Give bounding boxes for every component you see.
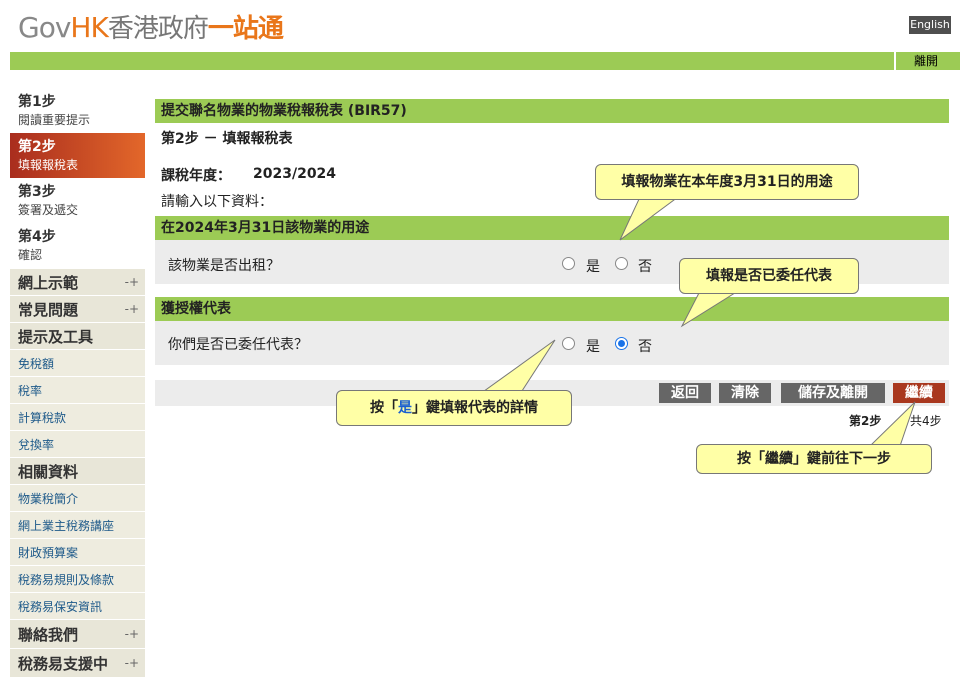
callout-yes-word: 是 [398,400,412,416]
assessment-year-value: 2023/2024 [253,166,337,182]
question-letting-label: 該物業是否出租？ [168,258,280,274]
sidebar-item-terms[interactable]: 稅務易規則及條款 [10,566,145,592]
callout-usage: 填報物業在本年度3月31日的用途 [595,164,859,200]
representative-no-label: 否 [638,339,652,355]
sidebar-item-faq[interactable]: 常見問題 -+ [10,296,145,322]
sidebar-heading-tips: 提示及工具 [10,323,145,349]
representative-yes-radio[interactable] [562,337,575,350]
sidebar-step-3: 第3步 簽署及遞交 [10,178,145,223]
sidebar-item-exchange-rates[interactable]: 兌換率 [10,431,145,457]
sidebar-item-tax-rates[interactable]: 稅率 [10,377,145,403]
letting-yes-label: 是 [586,259,600,275]
callout-yes-tail [478,339,556,395]
sidebar-heading-label: 提示及工具 [18,327,94,346]
letting-no-label: 否 [638,259,652,275]
sidebar-item-property-tax-intro[interactable]: 物業稅簡介 [10,485,145,511]
step-description: 簽署及遞交 [18,203,79,217]
callout-yes-suffix: 」鍵填報代表的詳情 [412,400,538,416]
logout-button[interactable]: 離開 [894,52,956,70]
expand-arrow-icon: -+ [124,302,139,316]
sidebar-item-contact[interactable]: 聯絡我們 -+ [10,620,145,648]
sidebar-heading-related: 相關資料 [10,458,145,484]
callout-yes-prefix: 按「 [370,400,398,416]
sidebar: 第1步 閱讀重要提示 第2步 填報報稅表 第3步 簽署及遞交 第4步 確認 網上… [10,88,145,677]
step-number: 第3步 [18,184,56,200]
step-description: 確認 [18,248,43,262]
sidebar-item-label: 常見問題 [18,300,79,319]
logo-hk-text: HK [70,11,108,44]
expand-arrow-icon: -+ [124,627,139,641]
sidebar-item-security[interactable]: 稅務易保安資訊 [10,593,145,619]
letting-yes-radio[interactable] [562,257,575,270]
back-button[interactable]: 返回 [659,383,711,403]
sidebar-item-support[interactable]: 稅務易支援中 -+ [10,649,145,677]
callout-usage-tail [619,196,680,241]
callout-continue-tail [868,401,916,447]
logo-zh-text: 香港政府 [107,14,209,44]
representative-yes-label: 是 [586,339,600,355]
sidebar-step-1: 第1步 閱讀重要提示 [10,88,145,133]
section-representative-title: 獲授權代表 [155,297,949,321]
expand-arrow-icon: -+ [124,275,139,289]
logo-gov-text: Gov [18,11,71,44]
sidebar-item-online-demo[interactable]: 網上示範 -+ [10,269,145,295]
callout-continue: 按「繼續」鍵前往下一步 [696,444,932,474]
english-language-button[interactable]: English [909,16,951,34]
sidebar-item-label: 稅務易支援中 [18,654,109,673]
callout-yes: 按「是」鍵填報代表的詳情 [336,390,572,426]
top-green-bar [10,52,960,70]
sidebar-item-label: 網上示範 [18,273,79,292]
sidebar-item-budget[interactable]: 財政預算案 [10,539,145,565]
sidebar-step-4: 第4步 確認 [10,223,145,268]
letting-no-radio[interactable] [615,257,628,270]
sidebar-item-tax-calculation[interactable]: 計算稅款 [10,404,145,430]
sidebar-heading-label: 相關資料 [18,462,79,481]
step-number: 第4步 [18,229,56,245]
sidebar-step-2-active: 第2步 填報報稅表 [10,133,145,178]
step-heading: 第2步 － 填報報稅表 [161,131,293,147]
representative-no-radio[interactable] [615,337,628,350]
question-representative-label: 你們是否已委任代表？ [168,337,308,353]
step-number: 第2步 [18,139,56,155]
step-description: 閱讀重要提示 [18,113,91,127]
clear-button[interactable]: 清除 [719,383,771,403]
logo-zh-bold-text: 一站通 [207,14,284,44]
form-title: 提交聯名物業的物業稅報稅表 (BIR57) [155,99,949,123]
step-number: 第1步 [18,94,56,110]
sidebar-item-allowances[interactable]: 免稅額 [10,350,145,376]
step-description: 填報報稅表 [18,158,79,172]
instruction-text: 請輸入以下資料： [161,194,273,210]
callout-representative-tail [680,290,740,328]
govhk-logo: GovHK香港政府一站通 [18,8,284,45]
sidebar-item-label: 聯絡我們 [18,625,79,644]
callout-representative: 填報是否已委任代表 [679,258,859,294]
sidebar-item-online-seminar[interactable]: 網上業主稅務講座 [10,512,145,538]
expand-arrow-icon: -+ [124,656,139,670]
section-usage-title: 在2024年3月31日該物業的用途 [155,216,949,240]
assessment-year-label: 課稅年度： [161,168,231,184]
